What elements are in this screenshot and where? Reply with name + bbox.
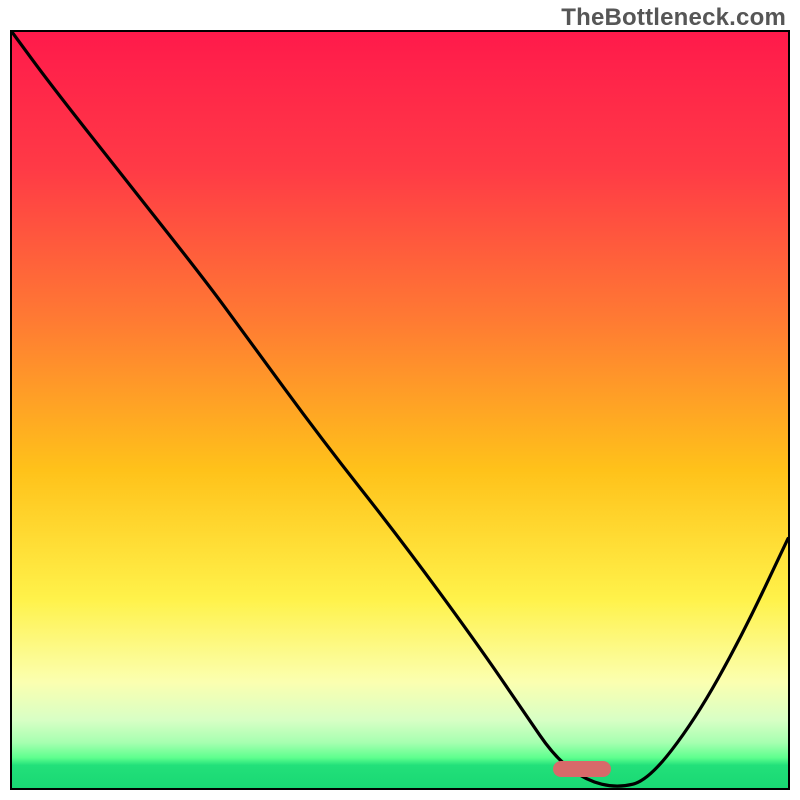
curve-path [12, 32, 788, 786]
bottleneck-curve [12, 32, 788, 788]
watermark-text: TheBottleneck.com [561, 4, 786, 32]
optimum-marker [553, 761, 611, 777]
chart-frame [10, 30, 790, 790]
